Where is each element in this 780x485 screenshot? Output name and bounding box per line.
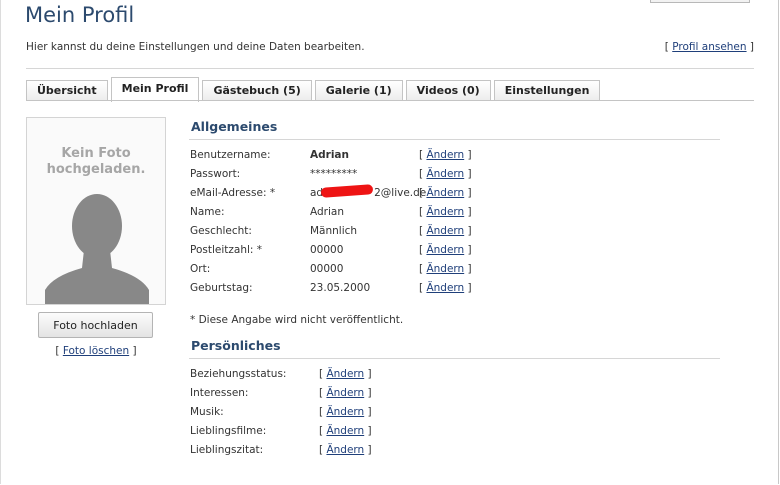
- redaction-mark: [320, 184, 374, 198]
- field-value: ad 2@live.de: [310, 184, 426, 199]
- delete-photo-link[interactable]: Foto löschen: [63, 345, 129, 357]
- edit-link-wrap: [ Ändern ]: [419, 206, 472, 218]
- edit-password-link[interactable]: Ändern: [426, 168, 464, 180]
- section-divider-general: [189, 139, 720, 140]
- no-photo-text: Kein Foto hochgeladen.: [27, 146, 165, 178]
- section-title-personal: Persönliches: [191, 338, 281, 353]
- edit-link-wrap: [ Ändern ]: [419, 263, 472, 275]
- edit-link-wrap: [ Ändern ]: [319, 425, 372, 437]
- tab-my-profile[interactable]: Mein Profil: [110, 77, 200, 102]
- field-label: Lieblingsfilme:: [190, 425, 267, 437]
- edit-name-link[interactable]: Ändern: [426, 206, 464, 218]
- edit-link-wrap: [ Ändern ]: [419, 282, 472, 294]
- field-label: Interessen:: [190, 387, 249, 399]
- tab-gallery[interactable]: Galerie (1): [314, 80, 403, 101]
- edit-link-wrap: [ Ändern ]: [319, 368, 372, 380]
- edit-link-wrap: [ Ändern ]: [319, 444, 372, 456]
- header-divider: [26, 68, 754, 69]
- edit-favorite-movies-link[interactable]: Ändern: [326, 425, 364, 437]
- edit-link-wrap: [ Ändern ]: [419, 168, 472, 180]
- tab-guestbook[interactable]: Gästebuch (5): [202, 80, 312, 101]
- edit-link-wrap: [ Ändern ]: [319, 387, 372, 399]
- section-title-general: Allgemeines: [191, 119, 278, 134]
- edit-gender-link[interactable]: Ändern: [426, 225, 464, 237]
- edit-link-wrap: [ Ändern ]: [419, 244, 472, 256]
- profile-view-link[interactable]: Profil ansehen: [672, 41, 746, 53]
- top-toolbar-button[interactable]: [650, 0, 750, 3]
- profile-view-link-wrap: [ Profil ansehen ]: [664, 41, 754, 53]
- tab-overview[interactable]: Übersicht: [26, 80, 108, 101]
- field-value: 00000: [310, 263, 344, 275]
- tab-videos[interactable]: Videos (0): [405, 80, 491, 101]
- field-value: Männlich: [310, 225, 358, 237]
- field-label: eMail-Adresse: *: [190, 187, 276, 199]
- field-label: Musik:: [190, 406, 224, 418]
- page-subtitle: Hier kannst du deine Einstellungen und d…: [26, 41, 365, 53]
- field-label: Ort:: [190, 263, 211, 275]
- edit-link-wrap: [ Ändern ]: [419, 149, 472, 161]
- edit-postcode-link[interactable]: Ändern: [426, 244, 464, 256]
- tab-baseline: [26, 100, 754, 101]
- edit-birthday-link[interactable]: Ändern: [426, 282, 464, 294]
- field-value: *********: [310, 168, 358, 180]
- field-value: Adrian: [310, 149, 349, 161]
- edit-city-link[interactable]: Ändern: [426, 263, 464, 275]
- delete-photo-link-wrap: [ Foto löschen ]: [55, 345, 137, 357]
- edit-username-link[interactable]: Ändern: [426, 149, 464, 161]
- page-title: Mein Profil: [25, 3, 135, 27]
- field-label: Name:: [190, 206, 225, 218]
- field-value: Adrian: [310, 206, 344, 218]
- section-divider-personal: [189, 358, 720, 359]
- privacy-footnote: * Diese Angabe wird nicht veröffentlicht…: [190, 314, 404, 326]
- edit-music-link[interactable]: Ändern: [326, 406, 364, 418]
- edit-relationship-link[interactable]: Ändern: [326, 368, 364, 380]
- edit-link-wrap: [ Ändern ]: [319, 406, 372, 418]
- field-label: Geschlecht:: [190, 225, 252, 237]
- edit-favorite-quote-link[interactable]: Ändern: [326, 444, 364, 456]
- edit-interests-link[interactable]: Ändern: [326, 387, 364, 399]
- no-photo-line2: hochgeladen.: [46, 162, 146, 177]
- no-photo-line1: Kein Foto: [61, 146, 131, 161]
- edit-email-link[interactable]: Ändern: [426, 187, 464, 199]
- field-label: Beziehungsstatus:: [190, 368, 287, 380]
- edit-link-wrap: [ Ändern ]: [419, 225, 472, 237]
- field-value: 00000: [310, 244, 344, 256]
- profile-photo-placeholder: Kein Foto hochgeladen.: [26, 117, 166, 305]
- field-label: Postleitzahl: *: [190, 244, 263, 256]
- tab-bar: Übersicht Mein Profil Gästebuch (5) Gale…: [26, 77, 603, 102]
- field-label: Passwort:: [190, 168, 241, 180]
- tab-settings[interactable]: Einstellungen: [493, 80, 601, 101]
- field-label: Lieblingszitat:: [190, 444, 264, 456]
- upload-photo-button[interactable]: Foto hochladen: [38, 312, 153, 338]
- edit-link-wrap: [ Ändern ]: [419, 187, 472, 199]
- field-label: Geburtstag:: [190, 282, 253, 294]
- person-silhouette-icon: [45, 194, 149, 304]
- field-label: Benutzername:: [190, 149, 271, 161]
- field-value: 23.05.2000: [310, 282, 371, 294]
